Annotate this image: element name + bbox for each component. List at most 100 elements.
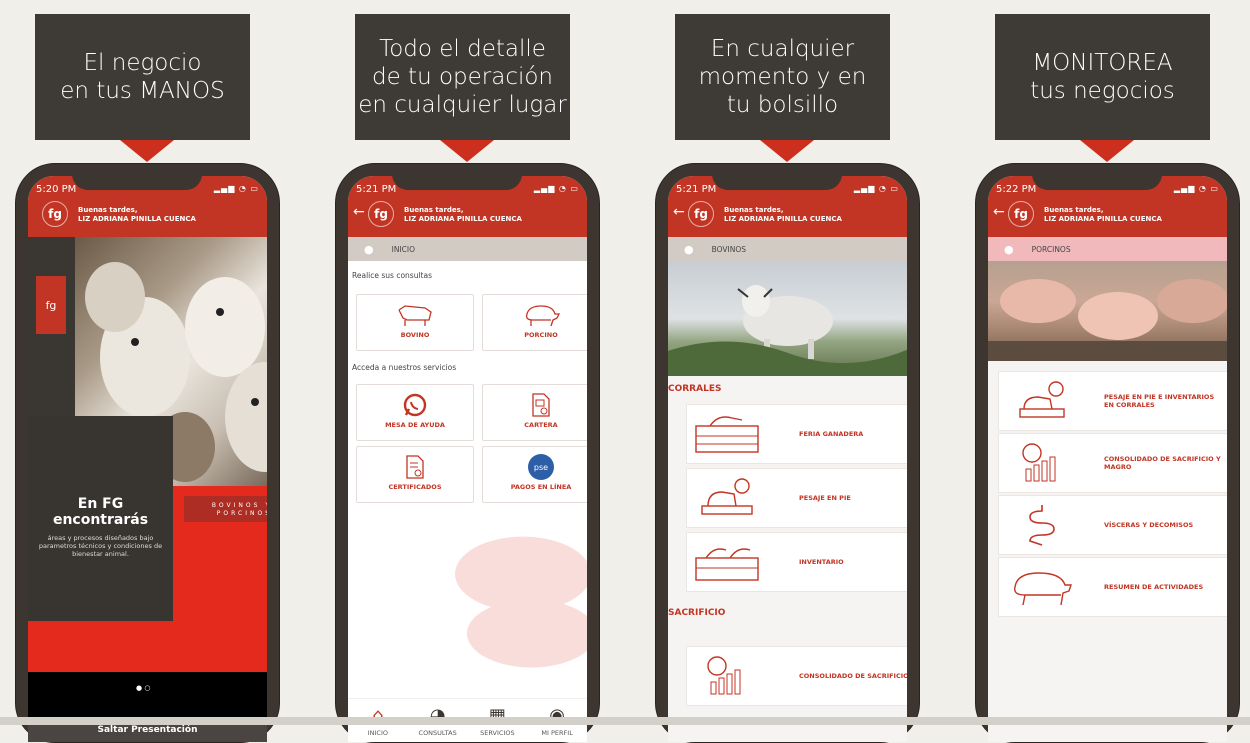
phone-notch [72,164,202,190]
phone-screen: 5:22 PM ▂▄▆ ◔ ▭ ← fg Buenas tardes, LIZ AD… [988,176,1227,742]
promo-title: En FG encontrarás [52,496,149,528]
location-pin-icon: ● [364,242,374,256]
panel-presentation: El negocio en tus MANOS 5:20 PM ▂▄▆ ◔ ▭ fg… [0,0,320,743]
signal-icons: ▂▄▆ ◔ ▭ [533,184,579,193]
list-item-resumen-actividades[interactable]: RESUMEN DE ACTIVIDADES [998,557,1227,617]
panel-home: Todo el detalle de tu operación en cualqui… [320,0,640,743]
phone-screen: 5:20 PM ▂▄▆ ◔ ▭ fg Buenas tardes, LIZ ADRI… [28,176,267,742]
greeting-line: Buenas tardes, [724,206,784,214]
caption-line: de tu operación [371,64,554,90]
caption-box: El negocio en tus MANOS [35,14,250,140]
phone-notch [1032,164,1162,190]
phone-screen: 5:21 PM ▂▄▆ ◔ ▭ ← fg Buenas tardes, LIZ AD… [668,176,907,742]
greeting-line: Buenas tardes, [404,206,464,214]
caption-box: MONITOREA tus negocios [995,14,1210,140]
breadcrumb: ● PORCINOS [988,237,1227,261]
caption-box: En cualquier momento y en tu bolsillo [675,14,890,140]
location-pin-icon: ● [684,242,694,256]
status-time: 5:21 PM [356,184,397,195]
gauge-bars-icon [707,656,741,695]
greeting: Buenas tardes, LIZ ADRIANA PINILLA CUENCA [78,206,196,224]
fg-vertical-logo: fg [36,276,66,334]
card-label: CARTERA [524,421,558,429]
item-label: PESAJE EN PIE E INVENTARIOS EN CORRALES [1104,393,1215,409]
status-time: 5:20 PM [36,184,77,195]
item-label: CONSOLIDADO DE SACRIFICIO [799,672,907,680]
caption-arrow [1080,140,1134,162]
list-item-feria-ganadera[interactable]: FERIA GANADERA [686,404,907,464]
breadcrumb: ● BOVINOS [668,237,907,261]
caption-arrow [120,140,174,162]
user-name: LIZ ADRIANA PINILLA CUENCA [404,215,522,223]
list-item-consolidado-magro[interactable]: CONSOLIDADO DE SACRIFICIO Y MAGRO [998,433,1227,493]
item-label: VÍSCERAS Y DECOMISOS [1104,521,1194,529]
status-time: 5:21 PM [676,184,717,195]
phone-screen: 5:21 PM ▂▄▆ ◔ ▭ ← fg Buenas tardes, LIZ AD… [348,176,587,742]
card-pagos-linea[interactable]: pse PAGOS EN LÍNEA [482,446,587,503]
status-time: 5:22 PM [996,184,1037,195]
user-name: LIZ ADRIANA PINILLA CUENCA [724,215,842,223]
caption-line: en cualquier lugar [358,92,567,118]
phone-notch [712,164,842,190]
pig-watermark-icon [455,536,587,668]
card-cartera[interactable]: CARTERA [482,384,587,441]
breadcrumb-label: INICIO [391,244,415,254]
breadcrumb-label: PORCINOS [1031,244,1071,254]
whatsapp-icon [403,393,427,417]
brand-logo: fg [1008,201,1034,227]
back-arrow-icon[interactable]: ← [993,204,1005,220]
card-mesa-ayuda[interactable]: MESA DE AYUDA [356,384,474,441]
tab-label: SERVICIOS [480,729,515,737]
inventory-pen-icon [695,548,759,581]
caption-line: en tus MANOS [60,78,225,104]
list-item-inventario[interactable]: INVENTARIO [686,532,907,592]
caption-line: tus negocios [1030,78,1175,104]
pig-icon [525,305,561,327]
signal-icons: ▂▄▆ ◔ ▭ [213,184,259,193]
panel-bovinos: En cualquier momento y en tu bolsillo 5:21… [640,0,960,743]
scale-pig-icon [1018,381,1065,418]
bottom-band [0,717,1250,725]
back-arrow-icon[interactable]: ← [353,204,365,220]
card-certificados[interactable]: CERTIFICADOS [356,446,474,503]
document-icon [532,393,550,417]
item-label: RESUMEN DE ACTIVIDADES [1104,583,1204,591]
greeting: Buenas tardes, LIZ ADRIANA PINILLA CUENCA [1044,206,1162,224]
greeting: Buenas tardes, LIZ ADRIANA PINILLA CUENCA [724,206,842,224]
signal-icons: ▂▄▆ ◔ ▭ [853,184,899,193]
card-bovino[interactable]: BOVINO [356,294,474,351]
phone-frame: 5:20 PM ▂▄▆ ◔ ▭ fg Buenas tardes, LIZ ADRI… [15,163,280,743]
back-arrow-icon[interactable]: ← [673,204,685,220]
intestine-icon [1028,505,1055,546]
brand-logo: fg [42,201,68,227]
list-item-consolidado-sacrificio[interactable]: CONSOLIDADO DE SACRIFICIO [686,646,907,706]
breadcrumb: ● INICIO [348,237,587,261]
pigs-photo [988,261,1227,361]
brand-logo: fg [688,201,714,227]
user-name: LIZ ADRIANA PINILLA CUENCA [1044,215,1162,223]
cow-icon [398,305,432,326]
card-label: MESA DE AYUDA [385,421,445,429]
caption-line: En cualquier [710,36,855,62]
list-item-pesaje-en-pie[interactable]: PESAJE EN PIE [686,468,907,528]
card-label: BOVINO [400,331,430,339]
caption-line: Todo el detalle [379,36,546,62]
category-sacrificio: SACRIFICIO [668,608,726,618]
list-item-visceras-decomisos[interactable]: VÍSCERAS Y DECOMISOS [998,495,1227,555]
gauge-bars-icon [1021,443,1055,482]
pager-dots[interactable]: ● ○ [136,684,150,692]
card-label: PAGOS EN LÍNEA [510,483,572,491]
greeting-line: Buenas tardes, [78,206,138,214]
list-item-pesaje-inventarios[interactable]: PESAJE EN PIE E INVENTARIOS EN CORRALES [998,371,1227,431]
pse-label: pse [533,462,549,472]
breadcrumb-label: BOVINOS [711,244,747,254]
certificate-icon [406,455,424,479]
greeting-line: Buenas tardes, [1044,206,1104,214]
caption-line: tu bolsillo [726,92,839,118]
cow-photo [668,261,907,376]
phone-frame: 5:21 PM ▂▄▆ ◔ ▭ ← fg Buenas tardes, LIZ AD… [335,163,600,743]
caption-box: Todo el detalle de tu operación en cualqui… [355,14,570,140]
card-porcino[interactable]: PORCINO [482,294,587,351]
caption-arrow [440,140,494,162]
section-title-services: Acceda a nuestros servicios [352,363,457,372]
